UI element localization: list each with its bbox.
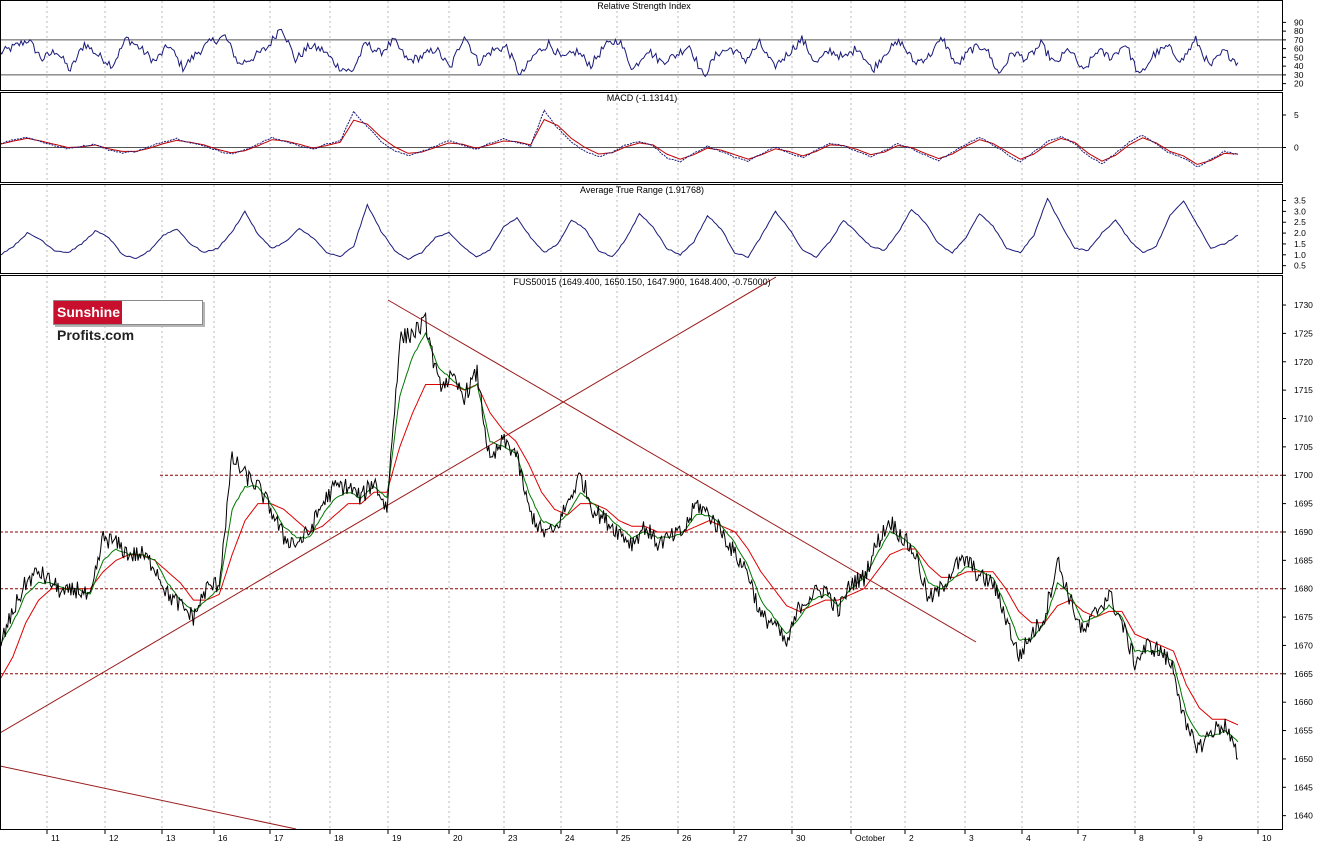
y-tick-label-2-3: 2.0	[1294, 228, 1306, 238]
x-tick-label-0: 11	[51, 833, 60, 843]
x-tick-label-19: 8	[1139, 833, 1144, 843]
x-tick-label-3: 16	[218, 833, 228, 843]
y-tick-label-3-6: 1700	[1294, 470, 1313, 480]
x-tick-label-20: 9	[1198, 833, 1203, 843]
price-title: FUS50015 (1649.400, 1650.150, 1647.900, …	[513, 277, 770, 287]
x-tick-label-14: October	[855, 833, 885, 843]
x-tick-label-10: 25	[621, 833, 631, 843]
y-tick-label-0-7: 20	[1294, 79, 1304, 89]
y-tick-label-3-14: 1660	[1294, 697, 1313, 707]
y-tick-label-3-3: 1715	[1294, 385, 1313, 395]
y-tick-label-3-10: 1680	[1294, 584, 1313, 594]
atr-title: Average True Range (1.91768)	[580, 185, 704, 195]
x-tick-label-11: 26	[682, 833, 692, 843]
y-tick-label-3-12: 1670	[1294, 640, 1313, 650]
chart-background	[0, 0, 1321, 844]
y-tick-label-3-2: 1720	[1294, 357, 1313, 367]
x-tick-label-15: 2	[909, 833, 914, 843]
sunshine-profits-logo: Sunshine Profits.com	[53, 300, 203, 343]
x-tick-label-13: 30	[796, 833, 806, 843]
x-tick-label-4: 17	[274, 833, 284, 843]
y-tick-label-3-18: 1640	[1294, 811, 1313, 821]
y-tick-label-1-0: 5	[1294, 110, 1299, 120]
y-tick-label-3-17: 1645	[1294, 782, 1313, 792]
x-tick-label-8: 23	[508, 833, 518, 843]
x-tick-label-18: 7	[1082, 833, 1087, 843]
chart-canvas: 9080706050403020503.53.02.52.01.51.00.51…	[0, 0, 1321, 844]
y-tick-label-2-1: 3.0	[1294, 206, 1306, 216]
y-tick-label-3-7: 1695	[1294, 499, 1313, 509]
logo-part-profits: Profits.com	[57, 327, 135, 343]
x-tick-label-12: 27	[738, 833, 748, 843]
x-tick-label-1: 12	[109, 833, 119, 843]
y-tick-label-3-13: 1665	[1294, 669, 1313, 679]
y-tick-label-3-1: 1725	[1294, 328, 1313, 338]
y-tick-label-3-11: 1675	[1294, 612, 1313, 622]
y-tick-label-3-4: 1710	[1294, 413, 1313, 423]
y-tick-label-3-5: 1705	[1294, 442, 1313, 452]
rsi-title: Relative Strength Index	[597, 1, 691, 11]
y-tick-label-1-1: 0	[1294, 143, 1299, 153]
y-tick-label-3-15: 1655	[1294, 726, 1313, 736]
x-tick-label-21: 10	[1262, 833, 1272, 843]
macd-title: MACD (-1.13141)	[607, 93, 678, 103]
y-tick-label-3-8: 1690	[1294, 527, 1313, 537]
y-tick-label-2-4: 1.5	[1294, 239, 1306, 249]
x-tick-label-2: 13	[166, 833, 176, 843]
y-tick-label-2-6: 0.5	[1294, 261, 1306, 271]
x-tick-label-6: 19	[392, 833, 402, 843]
logo-part-sunshine: Sunshine	[54, 301, 123, 324]
y-tick-label-2-5: 1.0	[1294, 250, 1306, 260]
y-tick-label-2-2: 2.5	[1294, 217, 1306, 227]
x-tick-label-7: 20	[453, 833, 463, 843]
y-tick-label-3-9: 1685	[1294, 555, 1313, 565]
x-tick-label-16: 3	[969, 833, 974, 843]
y-tick-label-3-0: 1730	[1294, 300, 1313, 310]
x-tick-label-9: 24	[565, 833, 575, 843]
x-tick-label-5: 18	[334, 833, 344, 843]
y-tick-label-2-0: 3.5	[1294, 196, 1306, 206]
y-tick-label-3-16: 1650	[1294, 754, 1313, 764]
x-tick-label-17: 4	[1026, 833, 1031, 843]
